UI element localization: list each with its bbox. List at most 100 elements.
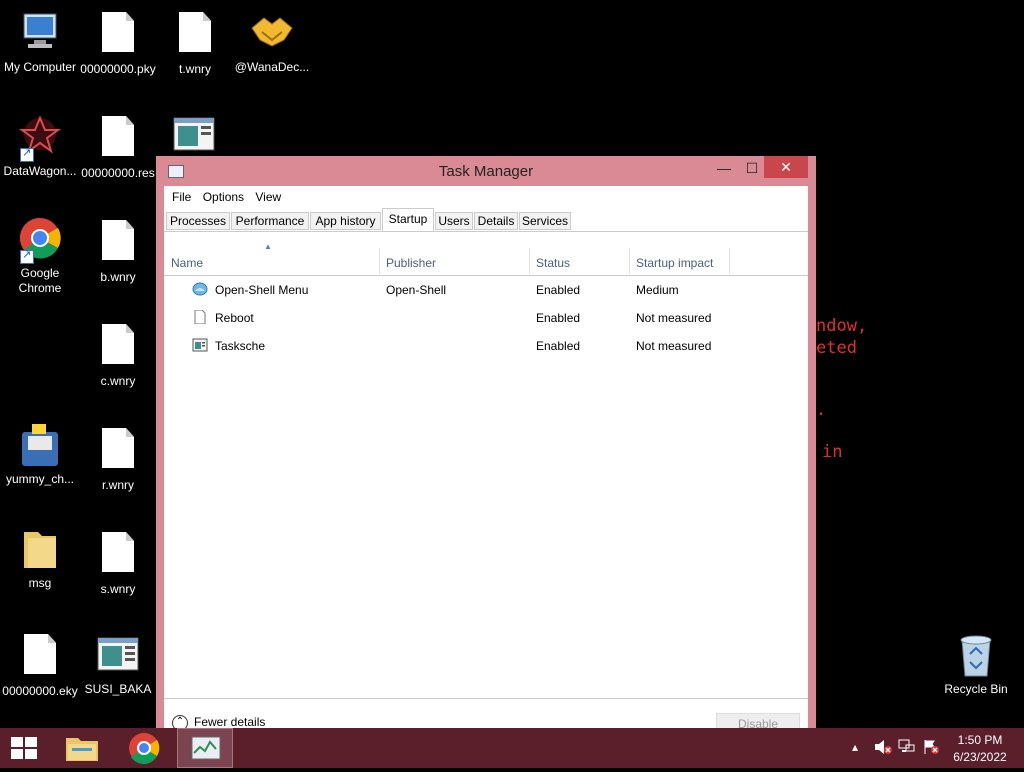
folder-icon	[18, 526, 62, 574]
desktop-icon-label: @WanaDec...	[234, 60, 310, 74]
window-footer: ⌃ Fewer details Disable	[164, 698, 808, 735]
desktop-icon-executable[interactable]	[154, 112, 234, 162]
computer-icon	[18, 10, 62, 58]
column-separator[interactable]	[529, 248, 530, 274]
row-publisher: Open-Shell	[386, 283, 447, 297]
taskbar-chrome[interactable]	[116, 728, 172, 768]
task-manager-window[interactable]: Task Manager — ☐ ✕ File Options View Pro…	[156, 156, 816, 754]
file-icon	[96, 116, 140, 164]
desktop-icon-wanadecryptor[interactable]: @WanaDec...	[232, 10, 312, 75]
row-status: Enabled	[536, 283, 581, 297]
desktop-icon-label: DataWagon...	[3, 164, 77, 178]
executable-window-icon	[192, 338, 208, 352]
desktop-icon-r-wnry[interactable]: r.wnry	[78, 426, 158, 493]
desktop-icon-00000000-eky[interactable]: 00000000.eky	[0, 632, 80, 699]
desktop-icon-yummy[interactable]: yummy_ch...	[0, 422, 80, 487]
desktop-icon-label: t.wnry	[178, 62, 211, 76]
menu-options[interactable]: Options	[201, 186, 250, 204]
menu-file[interactable]: File	[170, 186, 197, 204]
tab-services[interactable]: Services	[519, 212, 571, 230]
tab-processes[interactable]: Processes	[166, 212, 230, 230]
desktop-icon-label: s.wnry	[100, 582, 136, 596]
menu-bar: File Options View	[164, 186, 808, 206]
column-status[interactable]: Status	[536, 256, 570, 270]
column-publisher[interactable]: Publisher	[386, 256, 436, 270]
task-manager-icon	[191, 736, 221, 760]
row-impact: Not measured	[636, 311, 712, 325]
desktop-icon-susi-baka[interactable]: SUSI_BAKA	[78, 632, 158, 697]
desktop-icon-label: 00000000.pky	[80, 62, 156, 76]
desktop-icon-s-wnry[interactable]: s.wnry	[78, 530, 158, 597]
desktop-icon-msg[interactable]: msg	[0, 526, 80, 591]
ransom-text-line4: in	[822, 442, 843, 462]
desktop-icon-c-wnry[interactable]: c.wnry	[78, 322, 158, 389]
file-icon	[96, 324, 140, 372]
action-center-flag-icon[interactable]	[922, 739, 940, 758]
column-header-row: ▲ Name Publisher Status Startup impact	[164, 232, 808, 276]
python-file-icon	[18, 422, 62, 470]
desktop-icon-label: 00000000.eky	[2, 684, 78, 698]
desktop-icon-label: Google Chrome	[18, 266, 62, 295]
tab-performance[interactable]: Performance	[231, 212, 309, 230]
desktop-icon-label: b.wnry	[100, 270, 136, 284]
tab-app-history[interactable]: App history	[310, 212, 381, 230]
show-hidden-icons-arrow[interactable]: ▴	[852, 740, 858, 754]
file-icon	[173, 12, 217, 60]
column-separator[interactable]	[379, 248, 380, 274]
desktop-icon-00000000-pky[interactable]: 00000000.pky	[78, 10, 158, 77]
sort-arrow-icon: ▲	[264, 242, 272, 251]
taskbar-file-explorer[interactable]	[54, 728, 110, 768]
recycle-bin-icon	[954, 632, 998, 680]
open-shell-icon	[192, 282, 208, 296]
desktop-icon-label: SUSI_BAKA	[84, 682, 152, 696]
taskbar-task-manager[interactable]	[177, 728, 233, 768]
column-separator[interactable]	[629, 248, 630, 274]
table-row[interactable]: Open-Shell Menu Open-Shell Enabled Mediu…	[164, 276, 808, 304]
network-icon[interactable]	[898, 739, 916, 758]
clock-date: 6/23/2022	[953, 750, 1007, 764]
desktop-icon-google-chrome[interactable]: Google Chrome	[0, 216, 80, 296]
desktop-icon-recycle-bin[interactable]: Recycle Bin	[936, 632, 1016, 697]
handshake-icon	[250, 10, 294, 58]
desktop-icon-label: c.wnry	[100, 374, 136, 388]
desktop-icon-label: Recycle Bin	[944, 682, 1008, 696]
desktop-icon-label: r.wnry	[101, 478, 134, 492]
ransom-text-line2: eted	[816, 338, 857, 358]
file-icon	[18, 634, 62, 682]
column-startup-impact[interactable]: Startup impact	[636, 256, 713, 270]
chrome-icon	[18, 216, 62, 264]
title-bar[interactable]: Task Manager — ☐ ✕	[156, 156, 816, 186]
window-content: File Options View Processes Performance …	[164, 186, 808, 735]
tab-startup[interactable]: Startup	[382, 208, 434, 231]
table-row[interactable]: Reboot Enabled Not measured	[164, 304, 808, 332]
clock[interactable]: 1:50 PM 6/23/2022	[950, 733, 1010, 764]
volume-muted-icon[interactable]	[874, 739, 892, 758]
shortcut-arrow-icon	[20, 248, 34, 264]
row-name: Open-Shell Menu	[215, 283, 309, 297]
menu-view[interactable]: View	[253, 186, 287, 204]
file-icon	[96, 12, 140, 60]
start-button[interactable]	[0, 728, 48, 768]
windows-logo-icon	[11, 737, 37, 759]
close-button[interactable]: ✕	[764, 156, 808, 178]
table-row[interactable]: Tasksche Enabled Not measured	[164, 332, 808, 360]
tab-details[interactable]: Details	[474, 212, 518, 230]
taskbar: ▴ 1:50 PM 6/23/2022	[0, 728, 1024, 768]
desktop-icon-b-wnry[interactable]: b.wnry	[78, 218, 158, 285]
desktop-icon-datawagon[interactable]: DataWagon...	[0, 114, 80, 179]
file-icon	[96, 220, 140, 268]
desktop-icon-t-wnry[interactable]: t.wnry	[155, 10, 235, 77]
column-name[interactable]: Name	[171, 256, 203, 270]
desktop-icon-my-computer[interactable]: My Computer	[0, 10, 80, 75]
ransom-text-line1: ndow,	[816, 316, 868, 336]
desktop-icon-label: msg	[28, 576, 52, 590]
row-name: Tasksche	[215, 339, 266, 353]
clock-time: 1:50 PM	[957, 733, 1003, 747]
row-status: Enabled	[536, 311, 581, 325]
desktop-icon-00000000-res[interactable]: 00000000.res	[78, 114, 158, 181]
chrome-icon	[129, 733, 160, 765]
ransom-text-line3: .	[816, 400, 827, 420]
tab-users[interactable]: Users	[435, 212, 473, 230]
column-separator[interactable]	[729, 248, 730, 274]
folder-icon	[66, 738, 98, 761]
